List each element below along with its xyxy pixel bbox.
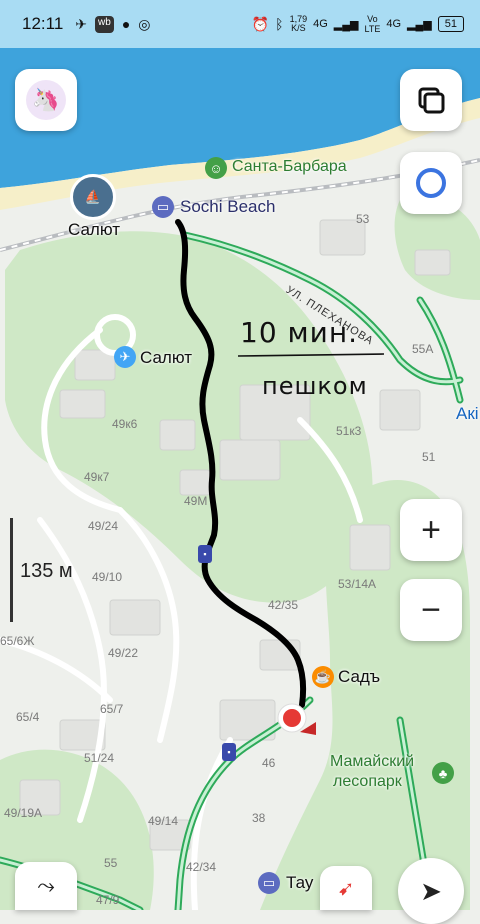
house-number: 38 bbox=[252, 811, 266, 825]
house-number: 65/7 bbox=[100, 702, 124, 716]
zoom-in-button[interactable]: + bbox=[400, 499, 462, 561]
house-number: 49к6 bbox=[112, 417, 138, 431]
chat-icon: ● bbox=[121, 15, 131, 32]
place-label-mamaisky-2[interactable]: лесопарк bbox=[333, 773, 402, 791]
my-location-button[interactable]: ➤ bbox=[398, 858, 464, 924]
network-type-2: 4G bbox=[386, 18, 402, 30]
signal-icon-2: ▂▄▆ bbox=[407, 18, 432, 31]
place-label-salyut[interactable]: Салют bbox=[140, 348, 192, 368]
handwriting-line-2: пешком bbox=[262, 372, 368, 400]
house-number: 49/10 bbox=[92, 570, 123, 584]
place-label-tau[interactable]: Тау bbox=[286, 873, 313, 893]
status-bar: 12:11 ✈ wb ● ◎ ⏰ ᛒ 1,79 K/S 4G ▂▄▆ Vo LT… bbox=[0, 0, 480, 48]
alice-icon bbox=[416, 168, 446, 198]
sport-icon[interactable]: ✈ bbox=[114, 346, 136, 368]
layers-button[interactable] bbox=[400, 69, 462, 131]
route-icon: ⤳ bbox=[37, 873, 55, 898]
route-button[interactable]: ⤳ bbox=[15, 862, 77, 910]
compass-button[interactable]: ➹ bbox=[320, 866, 372, 910]
place-label-santa-barbara[interactable]: Санта-Барбара bbox=[232, 158, 347, 176]
zoom-out-label: − bbox=[421, 591, 441, 629]
zoom-in-label: + bbox=[421, 511, 441, 549]
house-number: 55А bbox=[412, 342, 434, 356]
volte-label: Vo LTE bbox=[364, 14, 381, 34]
status-time: 12:11 bbox=[22, 14, 64, 33]
hotel-icon-tau[interactable]: ▭ bbox=[258, 872, 280, 894]
house-number: 42/35 bbox=[268, 598, 299, 612]
navigation-arrow-icon: ➤ bbox=[420, 875, 442, 906]
hotel-icon[interactable]: ▭ bbox=[152, 196, 174, 218]
house-number: 55 bbox=[104, 856, 118, 870]
place-label-mamaisky-1[interactable]: Мамайский bbox=[330, 753, 414, 771]
house-number: 51 bbox=[422, 450, 436, 464]
signal-icon-1: ▂▄▆ bbox=[333, 18, 359, 31]
place-label-ak[interactable]: Акі bbox=[456, 404, 479, 424]
house-number: 49/14 bbox=[148, 814, 179, 828]
house-number: 47/9 bbox=[96, 893, 120, 907]
house-number: 53 bbox=[356, 212, 370, 226]
house-number: 51/24 bbox=[84, 751, 115, 765]
house-number: 46 bbox=[262, 756, 276, 770]
salyut-photo-thumbnail[interactable]: ⛵ bbox=[70, 174, 116, 220]
park-icon[interactable]: ♣ bbox=[432, 762, 454, 784]
bluetooth-icon: ᛒ bbox=[275, 16, 284, 32]
layers-icon bbox=[418, 87, 445, 114]
alice-assistant-button[interactable] bbox=[400, 152, 462, 214]
santa-barbara-icon[interactable]: ☺ bbox=[205, 157, 227, 179]
house-number: 49/24 bbox=[88, 519, 119, 533]
network-speed: 1,79 K/S bbox=[289, 14, 308, 33]
house-number: 49к7 bbox=[84, 470, 110, 484]
unicorn-avatar-icon: 🦄 bbox=[26, 80, 66, 120]
map-canvas[interactable] bbox=[0, 0, 480, 910]
instagram-icon: ◎ bbox=[138, 15, 151, 32]
profile-button[interactable]: 🦄 bbox=[15, 69, 77, 131]
scale-label: 135 м bbox=[20, 560, 73, 582]
scale-bar bbox=[10, 518, 13, 622]
network-type-1: 4G bbox=[313, 18, 328, 30]
compass-icon: ➹ bbox=[337, 877, 355, 900]
house-number: 51к3 bbox=[336, 424, 362, 438]
status-right: ⏰ ᛒ 1,79 K/S 4G ▂▄▆ Vo LTE 4G ▂▄▆ 51 bbox=[252, 14, 464, 34]
house-number: 42/34 bbox=[186, 860, 217, 874]
house-number: 49/22 bbox=[108, 646, 139, 660]
place-label-salyut-photo[interactable]: Салют bbox=[68, 220, 120, 240]
house-number: 65/4 bbox=[16, 710, 40, 724]
alarm-icon: ⏰ bbox=[251, 15, 270, 32]
zoom-out-button[interactable]: − bbox=[400, 579, 462, 641]
house-number: 49/19А bbox=[4, 806, 43, 820]
house-number: 53/14А bbox=[338, 577, 377, 591]
house-number: 49М bbox=[184, 494, 208, 508]
status-app-icons: ✈ wb ● ◎ bbox=[75, 15, 151, 33]
battery-indicator: 51 bbox=[437, 16, 464, 32]
place-label-sochi-beach[interactable]: Sochi Beach bbox=[180, 197, 275, 217]
cafe-icon[interactable]: ☕ bbox=[312, 666, 334, 688]
house-number: 65/6Ж bbox=[0, 634, 35, 648]
telegram-icon: ✈ bbox=[75, 15, 88, 32]
bus-stop-icon[interactable]: ▪ bbox=[198, 545, 212, 563]
place-label-sad[interactable]: Садъ bbox=[338, 667, 380, 687]
handwriting-line-1: 10 мин. bbox=[240, 316, 359, 349]
bus-stop-icon-2[interactable]: ▪ bbox=[222, 743, 236, 761]
wb-icon: wb bbox=[95, 15, 114, 33]
